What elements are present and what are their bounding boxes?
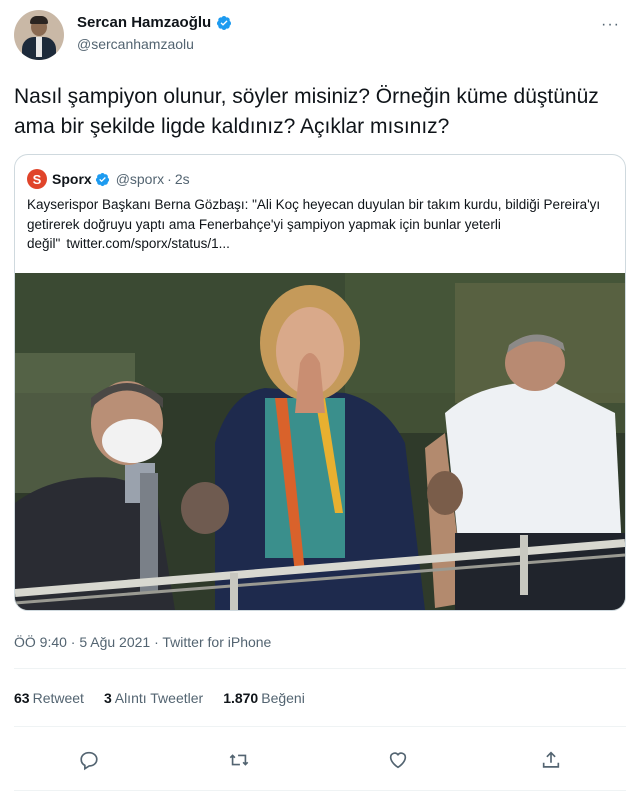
divider [14, 668, 626, 669]
retweets-count: 63 [14, 690, 30, 706]
separator-dot: · [167, 171, 172, 187]
verified-badge-icon [95, 172, 109, 186]
quotes-stat[interactable]: 3 Alıntı Tweetler [104, 690, 203, 706]
retweets-stat[interactable]: 63 Retweet [14, 690, 84, 706]
author-handle[interactable]: @sercanhamzaolu [77, 36, 194, 52]
likes-label: Beğeni [261, 690, 305, 706]
share-icon[interactable] [531, 740, 571, 780]
author-avatar[interactable] [14, 10, 64, 60]
likes-stat[interactable]: 1.870 Beğeni [223, 690, 305, 706]
reply-icon[interactable] [69, 740, 109, 780]
tweet-metadata: ÖÖ 9:40 · 5 Ağu 2021 · Twitter for iPhon… [14, 634, 272, 650]
quoted-timestamp: 2s [174, 171, 190, 187]
divider [14, 726, 626, 727]
like-icon[interactable] [378, 740, 418, 780]
tweet-text: Nasıl şampiyon olunur, söyler misiniz? Ö… [14, 85, 599, 138]
quoted-tweet-link[interactable]: twitter.com/sporx/status/1... [66, 236, 230, 251]
avatar-shirt [36, 37, 42, 57]
avatar-hair [30, 16, 48, 24]
author-name[interactable]: Sercan Hamzaoğlu [77, 14, 211, 31]
sporx-logo-icon: S [27, 169, 47, 189]
quoted-tweet[interactable]: S Sporx @sporx · 2s Kayserispor Başkanı … [14, 154, 626, 611]
verified-badge-icon [217, 15, 232, 30]
quoted-author-name: Sporx [52, 171, 92, 187]
retweets-label: Retweet [32, 690, 84, 706]
quoted-tweet-photo[interactable] [15, 273, 625, 610]
stadium-photo-illustration [15, 273, 625, 610]
quotes-label: Alıntı Tweetler [114, 690, 204, 706]
quoted-tweet-text-block: Kayserispor Başkanı Berna Gözbaşı: "Ali … [27, 195, 617, 254]
likes-count: 1.870 [223, 690, 259, 706]
divider [14, 790, 626, 791]
retweet-icon[interactable] [219, 740, 259, 780]
quoted-author-handle: @sporx [115, 171, 165, 187]
tweet-header: Sercan Hamzaoğlu @sercanhamzaolu ··· [14, 10, 626, 64]
author-name-row: Sercan Hamzaoğlu [77, 14, 232, 31]
quoted-tweet-header: S Sporx @sporx · 2s [27, 169, 190, 189]
tweet-stats: 63 Retweet 3 Alıntı Tweetler 1.870 Beğeni [14, 690, 325, 706]
tweet-actions [14, 740, 626, 780]
more-horizontal-icon[interactable]: ··· [601, 16, 620, 34]
quotes-count: 3 [103, 690, 112, 706]
